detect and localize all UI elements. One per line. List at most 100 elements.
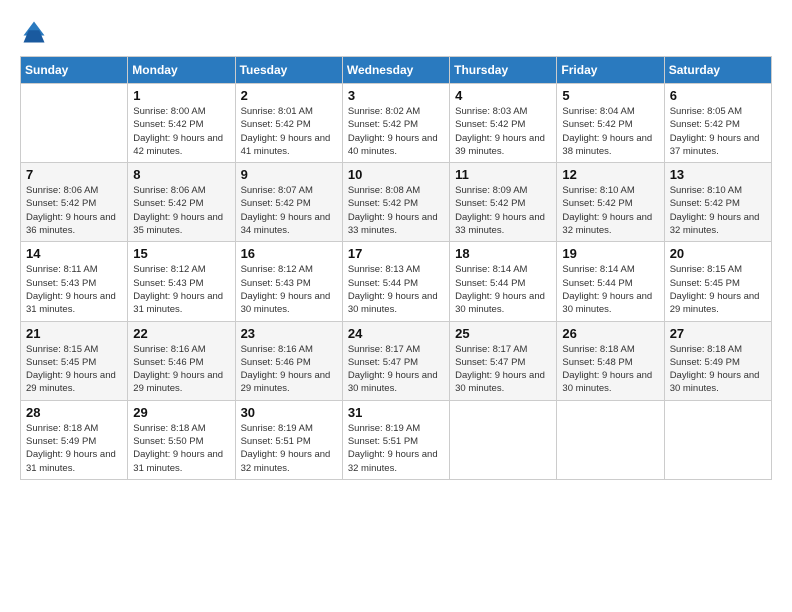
day-number: 25: [455, 326, 551, 341]
day-info: Sunrise: 8:14 AMSunset: 5:44 PMDaylight:…: [562, 263, 658, 316]
day-info: Sunrise: 8:18 AMSunset: 5:49 PMDaylight:…: [26, 422, 122, 475]
calendar-cell: 1 Sunrise: 8:00 AMSunset: 5:42 PMDaylight…: [128, 84, 235, 163]
day-number: 20: [670, 246, 766, 261]
calendar-header-row: SundayMondayTuesdayWednesdayThursdayFrid…: [21, 57, 772, 84]
day-number: 7: [26, 167, 122, 182]
day-number: 4: [455, 88, 551, 103]
day-info: Sunrise: 8:18 AMSunset: 5:50 PMDaylight:…: [133, 422, 229, 475]
week-row-1: 7 Sunrise: 8:06 AMSunset: 5:42 PMDaylight…: [21, 163, 772, 242]
day-info: Sunrise: 8:16 AMSunset: 5:46 PMDaylight:…: [241, 343, 337, 396]
day-number: 1: [133, 88, 229, 103]
day-number: 28: [26, 405, 122, 420]
day-number: 10: [348, 167, 444, 182]
calendar-cell: [450, 400, 557, 479]
calendar-cell: 9Sunrise: 8:07 AMSunset: 5:42 PMDaylight…: [235, 163, 342, 242]
day-info: Sunrise: 8:15 AMSunset: 5:45 PMDaylight:…: [670, 263, 766, 316]
day-number: 15: [133, 246, 229, 261]
day-number: 12: [562, 167, 658, 182]
day-number: 11: [455, 167, 551, 182]
logo-icon: [20, 18, 48, 46]
day-info: Sunrise: 8:12 AMSunset: 5:43 PMDaylight:…: [241, 263, 337, 316]
day-info: Sunrise: 8:06 AMSunset: 5:42 PMDaylight:…: [133, 184, 229, 237]
calendar-cell: [557, 400, 664, 479]
calendar-cell: 18 Sunrise: 8:14 AMSunset: 5:44 PMDayligh…: [450, 242, 557, 321]
day-number: 18: [455, 246, 551, 261]
calendar-cell: 16Sunrise: 8:12 AMSunset: 5:43 PMDayligh…: [235, 242, 342, 321]
calendar-cell: 19 Sunrise: 8:14 AMSunset: 5:44 PMDayligh…: [557, 242, 664, 321]
day-info: Sunrise: 8:13 AMSunset: 5:44 PMDaylight:…: [348, 263, 444, 316]
day-number: 14: [26, 246, 122, 261]
day-info: Sunrise: 8:19 AMSunset: 5:51 PMDaylight:…: [241, 422, 337, 475]
logo: [20, 18, 52, 46]
day-number: 8: [133, 167, 229, 182]
day-info: Sunrise: 8:01 AMSunset: 5:42 PMDaylight:…: [241, 105, 337, 158]
calendar-cell: 10 Sunrise: 8:08 AMSunset: 5:42 PMDayligh…: [342, 163, 449, 242]
calendar-cell: 23 Sunrise: 8:16 AMSunset: 5:46 PMDayligh…: [235, 321, 342, 400]
day-number: 6: [670, 88, 766, 103]
header-wednesday: Wednesday: [342, 57, 449, 84]
calendar-cell: 20 Sunrise: 8:15 AMSunset: 5:45 PMDayligh…: [664, 242, 771, 321]
day-info: Sunrise: 8:10 AMSunset: 5:42 PMDaylight:…: [670, 184, 766, 237]
calendar-cell: 13Sunrise: 8:10 AMSunset: 5:42 PMDayligh…: [664, 163, 771, 242]
day-info: Sunrise: 8:17 AMSunset: 5:47 PMDaylight:…: [455, 343, 551, 396]
header-tuesday: Tuesday: [235, 57, 342, 84]
day-info: Sunrise: 8:14 AMSunset: 5:44 PMDaylight:…: [455, 263, 551, 316]
day-info: Sunrise: 8:16 AMSunset: 5:46 PMDaylight:…: [133, 343, 229, 396]
day-info: Sunrise: 8:04 AMSunset: 5:42 PMDaylight:…: [562, 105, 658, 158]
day-info: Sunrise: 8:09 AMSunset: 5:42 PMDaylight:…: [455, 184, 551, 237]
calendar-table: SundayMondayTuesdayWednesdayThursdayFrid…: [20, 56, 772, 480]
day-number: 5: [562, 88, 658, 103]
day-info: Sunrise: 8:06 AMSunset: 5:42 PMDaylight:…: [26, 184, 122, 237]
day-number: 29: [133, 405, 229, 420]
week-row-3: 21 Sunrise: 8:15 AMSunset: 5:45 PMDayligh…: [21, 321, 772, 400]
day-number: 23: [241, 326, 337, 341]
calendar-cell: 3 Sunrise: 8:02 AMSunset: 5:42 PMDaylight…: [342, 84, 449, 163]
day-info: Sunrise: 8:00 AMSunset: 5:42 PMDaylight:…: [133, 105, 229, 158]
day-info: Sunrise: 8:08 AMSunset: 5:42 PMDaylight:…: [348, 184, 444, 237]
calendar-cell: 26 Sunrise: 8:18 AMSunset: 5:48 PMDayligh…: [557, 321, 664, 400]
calendar-cell: 15 Sunrise: 8:12 AMSunset: 5:43 PMDayligh…: [128, 242, 235, 321]
calendar-cell: 21 Sunrise: 8:15 AMSunset: 5:45 PMDayligh…: [21, 321, 128, 400]
calendar-cell: 22 Sunrise: 8:16 AMSunset: 5:46 PMDayligh…: [128, 321, 235, 400]
day-info: Sunrise: 8:18 AMSunset: 5:48 PMDaylight:…: [562, 343, 658, 396]
calendar-cell: [664, 400, 771, 479]
day-number: 19: [562, 246, 658, 261]
header-thursday: Thursday: [450, 57, 557, 84]
calendar-cell: 25 Sunrise: 8:17 AMSunset: 5:47 PMDayligh…: [450, 321, 557, 400]
calendar-cell: 11 Sunrise: 8:09 AMSunset: 5:42 PMDayligh…: [450, 163, 557, 242]
day-info: Sunrise: 8:12 AMSunset: 5:43 PMDaylight:…: [133, 263, 229, 316]
day-number: 30: [241, 405, 337, 420]
calendar-cell: 12Sunrise: 8:10 AMSunset: 5:42 PMDayligh…: [557, 163, 664, 242]
calendar-cell: 27 Sunrise: 8:18 AMSunset: 5:49 PMDayligh…: [664, 321, 771, 400]
day-number: 24: [348, 326, 444, 341]
week-row-0: 1 Sunrise: 8:00 AMSunset: 5:42 PMDaylight…: [21, 84, 772, 163]
calendar-cell: 24Sunrise: 8:17 AMSunset: 5:47 PMDayligh…: [342, 321, 449, 400]
calendar-cell: 7 Sunrise: 8:06 AMSunset: 5:42 PMDaylight…: [21, 163, 128, 242]
day-number: 2: [241, 88, 337, 103]
day-info: Sunrise: 8:02 AMSunset: 5:42 PMDaylight:…: [348, 105, 444, 158]
day-number: 21: [26, 326, 122, 341]
calendar-cell: 28 Sunrise: 8:18 AMSunset: 5:49 PMDayligh…: [21, 400, 128, 479]
header-saturday: Saturday: [664, 57, 771, 84]
day-number: 22: [133, 326, 229, 341]
day-info: Sunrise: 8:15 AMSunset: 5:45 PMDaylight:…: [26, 343, 122, 396]
calendar-cell: 14 Sunrise: 8:11 AMSunset: 5:43 PMDayligh…: [21, 242, 128, 321]
day-info: Sunrise: 8:05 AMSunset: 5:42 PMDaylight:…: [670, 105, 766, 158]
day-number: 26: [562, 326, 658, 341]
week-row-2: 14 Sunrise: 8:11 AMSunset: 5:43 PMDayligh…: [21, 242, 772, 321]
header: [20, 18, 772, 46]
calendar-cell: 6 Sunrise: 8:05 AMSunset: 5:42 PMDaylight…: [664, 84, 771, 163]
header-friday: Friday: [557, 57, 664, 84]
day-info: Sunrise: 8:19 AMSunset: 5:51 PMDaylight:…: [348, 422, 444, 475]
day-number: 31: [348, 405, 444, 420]
calendar-cell: 8 Sunrise: 8:06 AMSunset: 5:42 PMDaylight…: [128, 163, 235, 242]
day-info: Sunrise: 8:07 AMSunset: 5:42 PMDaylight:…: [241, 184, 337, 237]
calendar-cell: 31 Sunrise: 8:19 AMSunset: 5:51 PMDayligh…: [342, 400, 449, 479]
calendar-cell: 30 Sunrise: 8:19 AMSunset: 5:51 PMDayligh…: [235, 400, 342, 479]
calendar-cell: 5 Sunrise: 8:04 AMSunset: 5:42 PMDaylight…: [557, 84, 664, 163]
day-number: 27: [670, 326, 766, 341]
day-info: Sunrise: 8:18 AMSunset: 5:49 PMDaylight:…: [670, 343, 766, 396]
day-info: Sunrise: 8:03 AMSunset: 5:42 PMDaylight:…: [455, 105, 551, 158]
day-number: 3: [348, 88, 444, 103]
day-info: Sunrise: 8:11 AMSunset: 5:43 PMDaylight:…: [26, 263, 122, 316]
